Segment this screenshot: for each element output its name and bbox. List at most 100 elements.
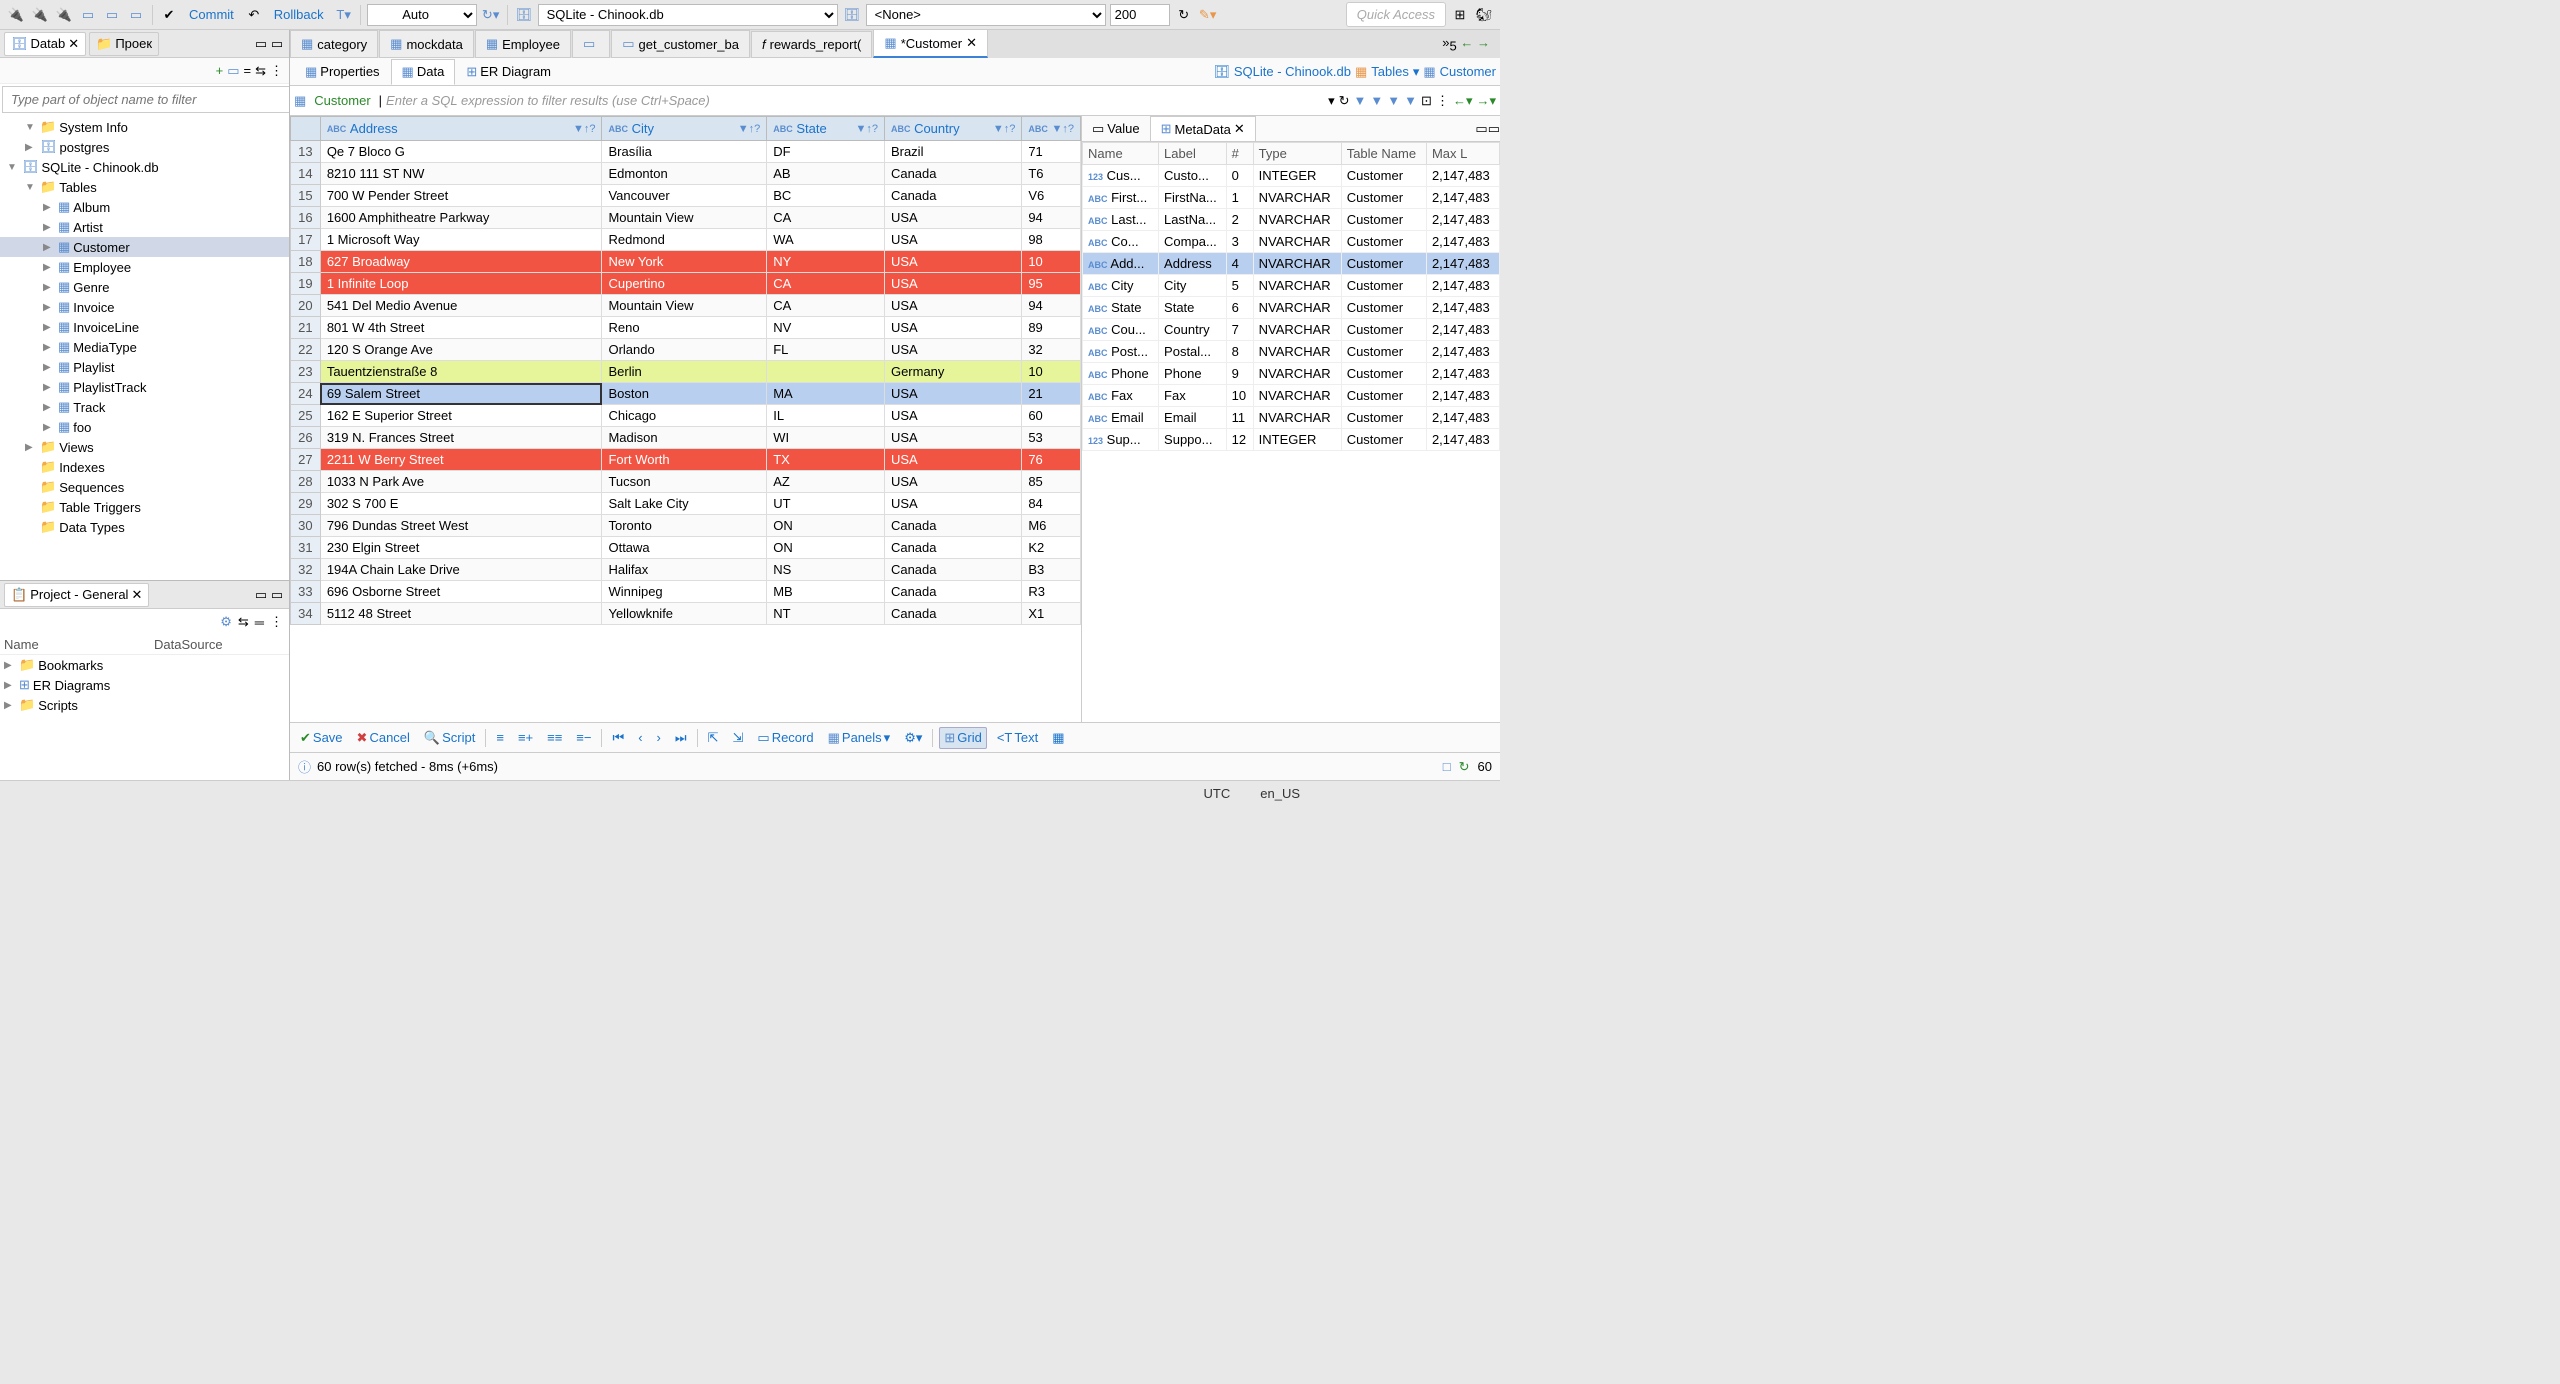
tree-node-invoiceline[interactable]: ▶▦InvoiceLine	[0, 317, 289, 337]
first-icon[interactable]: ⏮	[608, 728, 628, 748]
save-button[interactable]: ✔Save	[296, 728, 347, 748]
tree-filter-input[interactable]	[2, 86, 289, 113]
project-node-scripts[interactable]: ▶📁Scripts	[0, 695, 289, 715]
new-folder-icon[interactable]: ▭	[227, 63, 239, 79]
text-view-button[interactable]: <TText	[993, 728, 1042, 747]
data-row[interactable]: 29302 S 700 ESalt Lake CityUTUSA84	[291, 493, 1081, 515]
minimize-icon[interactable]: ▭	[253, 587, 269, 603]
rows-icon[interactable]: □	[1443, 759, 1451, 775]
crumb-tables[interactable]: Tables	[1371, 64, 1409, 79]
record-button[interactable]: ▭Record	[753, 728, 817, 748]
tree-node-track[interactable]: ▶▦Track	[0, 397, 289, 417]
project-node-er-diagrams[interactable]: ▶⊞ER Diagrams	[0, 675, 289, 695]
limit-input[interactable]	[1110, 4, 1170, 26]
tree-node-tables[interactable]: ▼📁Tables	[0, 177, 289, 197]
nav-fwd-icon[interactable]: →	[1477, 35, 1490, 50]
rollback-button[interactable]: Rollback	[268, 5, 330, 24]
editor-tab--customer[interactable]: ▦*Customer✕	[873, 30, 988, 58]
link-icon[interactable]: ⇆	[255, 63, 266, 79]
properties-tab[interactable]: ▦Properties	[294, 59, 391, 85]
editor-tab-rewards_report-[interactable]: frewards_report(	[751, 31, 872, 58]
filter-icon[interactable]: ▼	[1354, 93, 1367, 109]
timezone[interactable]: UTC	[1204, 786, 1231, 801]
data-row[interactable]: 15700 W Pender StreetVancouverBCCanadaV6	[291, 185, 1081, 207]
minimize-icon[interactable]: ▭	[253, 36, 269, 52]
import-icon[interactable]: ⇲	[728, 728, 747, 748]
tree-node-data-types[interactable]: 📁Data Types	[0, 517, 289, 537]
meta-row[interactable]: ABC EmailEmail11NVARCHARCustomer2,147,48…	[1083, 407, 1500, 429]
tree-node-postgres[interactable]: ▶🗄postgres	[0, 137, 289, 157]
settings-icon[interactable]: ⊡	[1421, 93, 1432, 109]
next-icon[interactable]: ›	[653, 728, 665, 747]
apply-filter-icon[interactable]: ↻	[1339, 93, 1350, 109]
rollback-icon[interactable]: ↶	[244, 5, 264, 25]
crumb-table[interactable]: Customer	[1440, 64, 1496, 79]
meta-row[interactable]: ABC FaxFax10NVARCHARCustomer2,147,483	[1083, 385, 1500, 407]
editor-tab-employee[interactable]: ▦Employee	[475, 30, 571, 58]
commit-button[interactable]: Commit	[183, 5, 240, 24]
meta-row[interactable]: ABC Last...LastNa...2NVARCHARCustomer2,1…	[1083, 209, 1500, 231]
back-icon[interactable]: ←▾	[1453, 93, 1473, 109]
database-panel-tab[interactable]: 🗄Datab✕	[4, 32, 86, 56]
tree-node-table-triggers[interactable]: 📁Table Triggers	[0, 497, 289, 517]
forward-icon[interactable]: →▾	[1476, 93, 1496, 109]
tree-node-employee[interactable]: ▶▦Employee	[0, 257, 289, 277]
data-row[interactable]: 32194A Chain Lake DriveHalifaxNSCanadaB3	[291, 559, 1081, 581]
data-row[interactable]: 191 Infinite LoopCupertinoCAUSA95	[291, 273, 1081, 295]
tx-mode-select[interactable]: Auto	[367, 4, 477, 26]
panels-button[interactable]: ▦Panels▾	[824, 728, 895, 748]
data-row[interactable]: 13Qe 7 Bloco GBrasíliaDFBrazil71	[291, 141, 1081, 163]
tree-node-system-info[interactable]: ▼📁System Info	[0, 117, 289, 137]
editor-tab-category[interactable]: ▦category	[290, 30, 378, 58]
tree-node-invoice[interactable]: ▶▦Invoice	[0, 297, 289, 317]
data-row[interactable]: 272211 W Berry StreetFort WorthTXUSA76	[291, 449, 1081, 471]
last-icon[interactable]: ⏭	[671, 728, 691, 748]
data-row[interactable]: 161600 Amphitheatre ParkwayMountain View…	[291, 207, 1081, 229]
data-row[interactable]: 31230 Elgin StreetOttawaONCanadaK2	[291, 537, 1081, 559]
data-row[interactable]: 23Tauentzienstraße 8BerlinGermany10	[291, 361, 1081, 383]
meta-row[interactable]: ABC First...FirstNa...1NVARCHARCustomer2…	[1083, 187, 1500, 209]
collapse-icon[interactable]: ═	[255, 615, 264, 630]
data-row[interactable]: 2469 Salem StreetBostonMAUSA21	[291, 383, 1081, 405]
new-connection-icon[interactable]: +	[216, 63, 224, 78]
collapse-icon[interactable]: =	[244, 63, 252, 78]
tree-node-album[interactable]: ▶▦Album	[0, 197, 289, 217]
data-row[interactable]: 171 Microsoft WayRedmondWAUSA98	[291, 229, 1081, 251]
dup-row-icon[interactable]: ≡≡	[543, 728, 566, 747]
sql-editor-new-icon[interactable]: ▭	[102, 5, 122, 25]
data-row[interactable]: 148210 111 ST NWEdmontonABCanadaT6	[291, 163, 1081, 185]
refresh-icon[interactable]: ↻	[1174, 5, 1194, 25]
crumb-datasource[interactable]: SQLite - Chinook.db	[1234, 64, 1351, 79]
history-icon[interactable]: ↻▾	[481, 5, 501, 25]
data-row[interactable]: 26319 N. Frances StreetMadisonWIUSA53	[291, 427, 1081, 449]
tree-node-indexes[interactable]: 📁Indexes	[0, 457, 289, 477]
data-grid[interactable]: ABC Address▼↑?ABC City▼↑?ABC State▼↑?ABC…	[290, 116, 1081, 625]
commit-icon[interactable]: ✔	[159, 5, 179, 25]
tree-node-views[interactable]: ▶📁Views	[0, 437, 289, 457]
tx-dropdown-icon[interactable]: T▾	[334, 5, 354, 25]
meta-row[interactable]: ABC Co...Compa...3NVARCHARCustomer2,147,…	[1083, 231, 1500, 253]
tree-node-mediatype[interactable]: ▶▦MediaType	[0, 337, 289, 357]
script-button[interactable]: 🔍Script	[420, 728, 479, 748]
del-row-icon[interactable]: ≡−	[572, 728, 595, 747]
meta-row[interactable]: ABC CityCity5NVARCHARCustomer2,147,483	[1083, 275, 1500, 297]
meta-row[interactable]: ABC PhonePhone9NVARCHARCustomer2,147,483	[1083, 363, 1500, 385]
refresh-status-icon[interactable]: ↻	[1459, 759, 1470, 775]
tree-node-customer[interactable]: ▶▦Customer	[0, 237, 289, 257]
filter-icon-2[interactable]: ▼	[1370, 93, 1383, 109]
quick-access[interactable]: Quick Access	[1346, 2, 1446, 27]
app-icon[interactable]: 🐿	[1474, 5, 1494, 25]
filter-hint[interactable]: Enter a SQL expression to filter results…	[386, 93, 710, 108]
menu-icon[interactable]: ⋮	[270, 614, 283, 630]
menu-icon[interactable]: ⋮	[1436, 93, 1449, 109]
stop-icon[interactable]: ✎▾	[1198, 5, 1218, 25]
project-node-bookmarks[interactable]: ▶📁Bookmarks	[0, 655, 289, 675]
filter-icon-3[interactable]: ▼	[1387, 93, 1400, 109]
menu-icon[interactable]: ⋮	[270, 63, 283, 79]
edit-row-icon[interactable]: ≡	[492, 728, 508, 747]
tree-node-sqlite-chinook-db[interactable]: ▼🗄SQLite - Chinook.db	[0, 157, 289, 177]
schema-select[interactable]: <None>	[866, 4, 1106, 26]
data-row[interactable]: 33696 Osborne StreetWinnipegMBCanadaR3	[291, 581, 1081, 603]
meta-row[interactable]: ABC StateState6NVARCHARCustomer2,147,483	[1083, 297, 1500, 319]
er-diagram-tab[interactable]: ⊞ER Diagram	[455, 59, 562, 85]
